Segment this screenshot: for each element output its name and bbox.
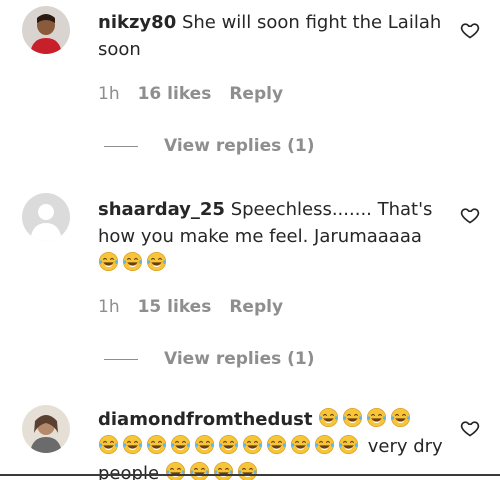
- emoji-row: [98, 251, 170, 274]
- divider-line: [104, 145, 138, 147]
- divider-line: [104, 358, 138, 360]
- laughing-tears-emoji: [218, 434, 239, 455]
- comment-username[interactable]: nikzy80: [98, 12, 176, 33]
- laughing-tears-emoji: [213, 461, 234, 480]
- laughing-tears-emoji: [98, 434, 119, 455]
- laughing-tears-emoji: [165, 461, 186, 480]
- laughing-tears-emoji: [98, 251, 119, 272]
- comment-username[interactable]: shaarday_25: [98, 199, 225, 220]
- laughing-tears-emoji: [146, 434, 167, 455]
- laughing-tears-emoji: [146, 251, 167, 272]
- window-edge: [0, 474, 500, 476]
- avatar[interactable]: [22, 405, 70, 453]
- laughing-tears-emoji: [242, 434, 263, 455]
- heart-icon[interactable]: [460, 20, 480, 40]
- avatar[interactable]: [22, 193, 70, 241]
- laughing-tears-emoji: [366, 407, 387, 428]
- avatar[interactable]: [22, 6, 70, 54]
- comment-time: 1h: [98, 297, 120, 317]
- comment-text: diamondfromthedust very dry people: [98, 406, 443, 480]
- laughing-tears-emoji: [122, 434, 143, 455]
- comment-time: 1h: [98, 84, 120, 104]
- laughing-tears-emoji: [266, 434, 287, 455]
- view-replies-label: View replies (1): [164, 349, 315, 369]
- laughing-tears-emoji: [318, 407, 339, 428]
- heart-icon[interactable]: [460, 205, 480, 225]
- reply-button[interactable]: Reply: [229, 297, 283, 317]
- comment-text: shaarday_25 Speechless....... That's how…: [98, 196, 448, 277]
- laughing-tears-emoji: [122, 251, 143, 272]
- view-replies-button[interactable]: View replies (1): [104, 349, 315, 369]
- view-replies-button[interactable]: View replies (1): [104, 136, 315, 156]
- heart-icon[interactable]: [460, 418, 480, 438]
- laughing-tears-emoji: [390, 407, 411, 428]
- comment-meta: 1h 16 likes Reply: [98, 84, 283, 104]
- comment-meta: 1h 15 likes Reply: [98, 297, 283, 317]
- laughing-tears-emoji: [342, 407, 363, 428]
- laughing-tears-emoji: [170, 434, 191, 455]
- laughing-tears-emoji: [194, 434, 215, 455]
- likes-count[interactable]: 16 likes: [138, 84, 212, 104]
- comment-username[interactable]: diamondfromthedust: [98, 409, 313, 430]
- laughing-tears-emoji: [338, 434, 359, 455]
- laughing-tears-emoji: [314, 434, 335, 455]
- laughing-tears-emoji: [237, 461, 258, 480]
- comment-text: nikzy80 She will soon fight the Lailah s…: [98, 9, 448, 63]
- laughing-tears-emoji: [290, 434, 311, 455]
- reply-button[interactable]: Reply: [229, 84, 283, 104]
- laughing-tears-emoji: [189, 461, 210, 480]
- view-replies-label: View replies (1): [164, 136, 315, 156]
- likes-count[interactable]: 15 likes: [138, 297, 212, 317]
